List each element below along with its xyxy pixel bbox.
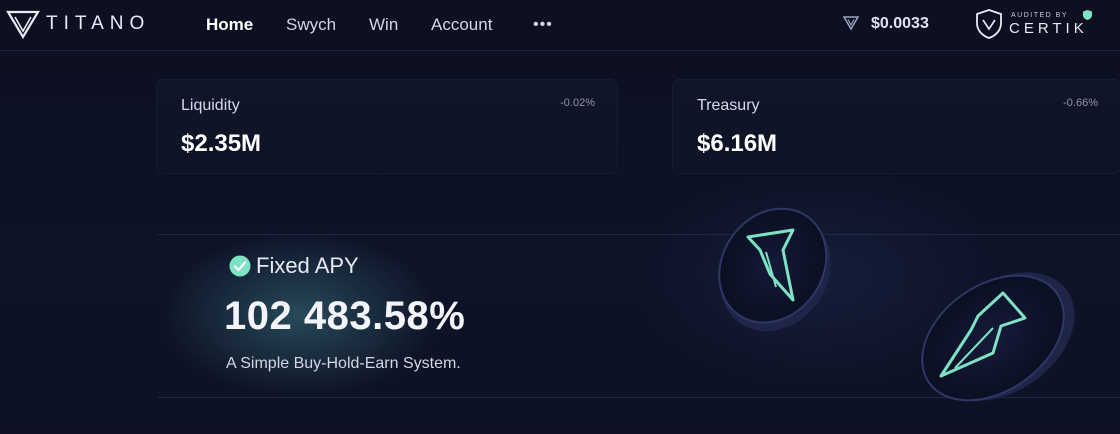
- certik-shield-icon: [976, 9, 1002, 39]
- check-circle-icon: [229, 255, 251, 277]
- liquidity-label: Liquidity: [181, 97, 240, 114]
- titano-logo-icon[interactable]: [6, 9, 40, 39]
- token-price: $0.0033: [871, 15, 929, 32]
- apy-label: Fixed APY: [256, 253, 359, 278]
- treasury-change: -0.66%: [1063, 97, 1098, 109]
- apy-value: 102 483.58%: [224, 294, 466, 338]
- nav-item-swych[interactable]: Swych: [286, 15, 336, 35]
- verified-shield-icon: [1083, 10, 1092, 20]
- liquidity-change: -0.02%: [560, 97, 595, 109]
- certik-audit-badge[interactable]: AUDITED BY CERTIK: [975, 9, 1115, 41]
- audit-label: AUDITED BY: [1011, 12, 1069, 19]
- nav-item-home[interactable]: Home: [206, 15, 253, 35]
- titano-token-icon: [843, 16, 859, 31]
- brand-name[interactable]: TITANO: [46, 13, 150, 35]
- treasury-card: Treasury $6.16M -0.66%: [673, 80, 1120, 173]
- liquidity-card: Liquidity $2.35M -0.02%: [157, 80, 617, 173]
- treasury-value: $6.16M: [697, 130, 778, 157]
- liquidity-value: $2.35M: [181, 130, 262, 157]
- nav-item-win[interactable]: Win: [369, 15, 398, 35]
- titano-coin-large-icon: [921, 272, 1075, 402]
- top-navbar: TITANO Home Swych Win Account ••• $0.003…: [0, 0, 1120, 51]
- treasury-label: Treasury: [697, 97, 760, 114]
- nav-item-account[interactable]: Account: [431, 15, 492, 35]
- hero-tagline: A Simple Buy-Hold-Earn System.: [226, 355, 461, 372]
- titano-coin-small-icon: [718, 207, 831, 332]
- audit-brand: CERTIK: [1009, 20, 1088, 37]
- more-menu-icon[interactable]: •••: [533, 16, 553, 34]
